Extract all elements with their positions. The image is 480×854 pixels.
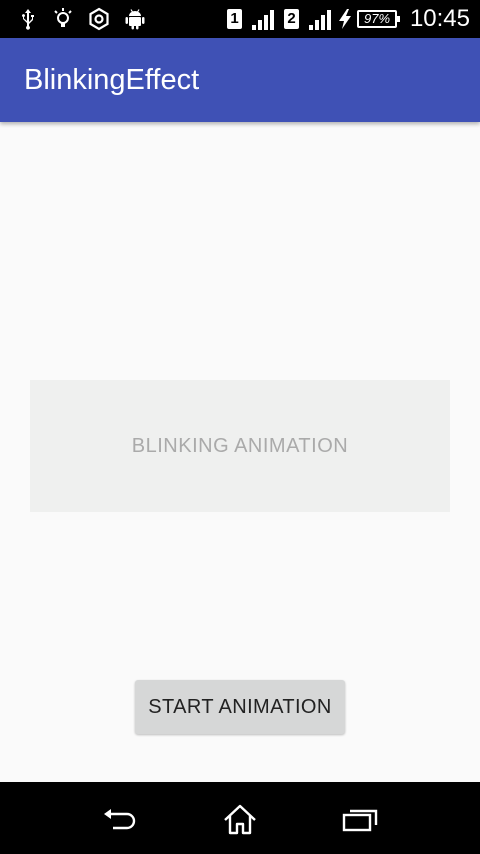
settings-icon [87, 7, 111, 31]
blinking-animation-label: BLINKING ANIMATION [131, 434, 349, 457]
blinking-text-view: BLINKING ANIMATION [30, 380, 450, 512]
sim2-badge: 2 [284, 9, 299, 29]
sim1-badge: 1 [227, 9, 242, 29]
status-bar: 1 2 97% 10:45 [0, 0, 480, 38]
app-title: BlinkingEffect [24, 64, 200, 96]
home-icon[interactable] [220, 800, 260, 840]
lightbulb-icon [51, 7, 75, 31]
battery-icon: 97% [357, 10, 400, 28]
recents-icon[interactable] [340, 800, 380, 840]
navigation-bar [0, 782, 480, 854]
android-icon [123, 7, 147, 31]
app-bar: BlinkingEffect [0, 38, 480, 122]
battery-percent: 97% [363, 11, 391, 26]
status-clock: 10:45 [409, 5, 470, 32]
charging-icon [338, 9, 352, 29]
usb-icon [16, 7, 40, 31]
signal-icon [252, 10, 274, 30]
start-animation-button[interactable]: START ANIMATION [135, 680, 345, 734]
signal-icon [309, 10, 331, 30]
back-icon[interactable] [100, 800, 140, 840]
